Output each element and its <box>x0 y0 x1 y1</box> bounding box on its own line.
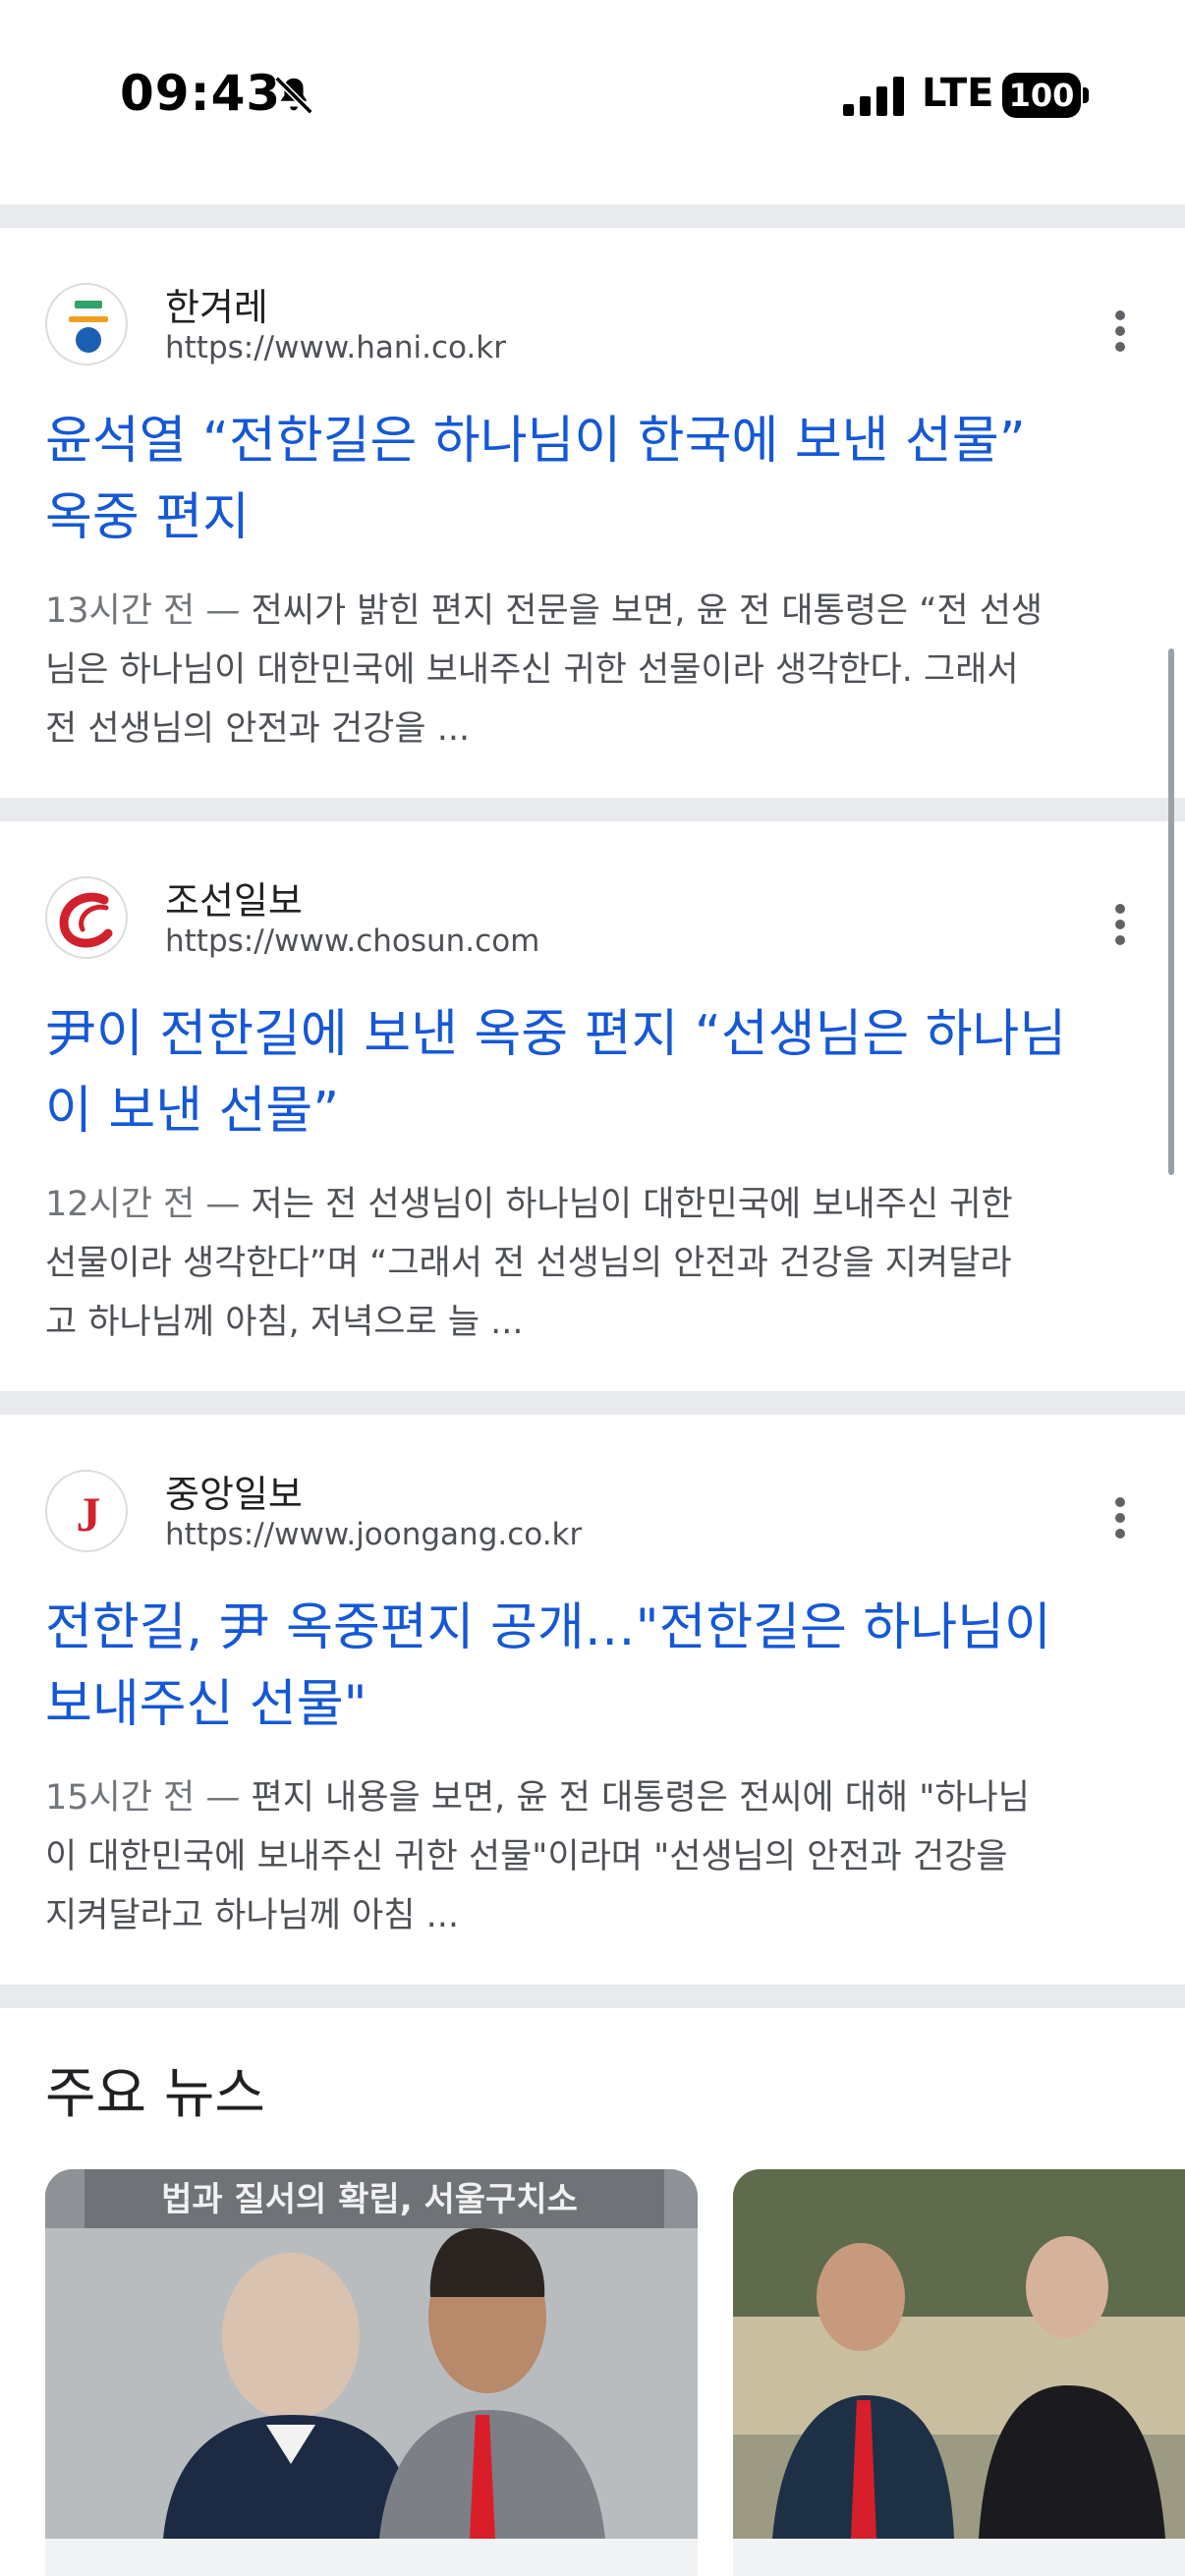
separator <box>0 798 1185 821</box>
status-bar: 09:43 LTE 100 <box>0 0 1185 196</box>
network-type: LTE <box>922 71 994 116</box>
source-url[interactable]: https://www.chosun.com <box>165 924 539 959</box>
result-snippet: 15시간 전 — 편지 내용을 보면, 윤 전 대통령은 전씨에 대해 "하나님… <box>45 1778 1030 1935</box>
source-name: 조선일보 <box>165 879 303 923</box>
search-result-hani: 한겨레 https://www.hani.co.kr 윤석열 “전한길은 하나님… <box>0 228 1185 798</box>
result-title-link[interactable]: 尹이 전한길에 보낸 옥중 편지 “선생님은 하나님 이 보낸 선물” <box>45 996 1146 1149</box>
separator <box>0 204 1185 228</box>
search-result-joongang: J 중앙일보 https://www.joongang.co.kr 전한길, 尹… <box>0 1415 1185 1985</box>
more-options-button[interactable] <box>1102 305 1138 364</box>
source-url[interactable]: https://www.hani.co.kr <box>165 330 506 365</box>
scrollbar[interactable] <box>1168 648 1174 1175</box>
svg-text:법과 질서의 확립, 서울구치소: 법과 질서의 확립, 서울구치소 <box>161 2180 578 2219</box>
search-result-chosun: 조선일보 https://www.chosun.com 尹이 전한길에 보낸 옥… <box>0 821 1185 1391</box>
news-thumbnail: 법과 질서의 확립, 서울구치소 <box>45 2169 698 2539</box>
source-name: 중앙일보 <box>165 1473 303 1516</box>
result-title-link[interactable]: 전한길, 尹 옥중편지 공개…"전한길은 하나님이 보내주신 선물" <box>45 1590 1146 1743</box>
result-snippet: 12시간 전 — 저는 전 선생님이 하나님이 대한민국에 보내주신 귀한 선물… <box>45 1185 1013 1342</box>
bell-muted-icon <box>274 76 313 115</box>
chosun-logo-icon <box>45 876 128 959</box>
battery-level: 100 <box>1002 73 1081 118</box>
news-thumbnail <box>733 2169 1185 2539</box>
separator <box>0 1391 1185 1415</box>
svg-text:J: J <box>77 1486 101 1541</box>
more-options-button[interactable] <box>1102 898 1138 957</box>
clock: 09:43 <box>120 65 282 122</box>
news-card[interactable] <box>733 2169 1185 2576</box>
top-news-heading: 주요 뉴스 <box>45 2062 265 2126</box>
result-title-link[interactable]: 윤석열 “전한길은 하나님이 한국에 보낸 선물” 옥중 편지 <box>45 403 1146 556</box>
signal-icon <box>843 77 904 116</box>
more-options-button[interactable] <box>1102 1491 1138 1550</box>
source-url[interactable]: https://www.joongang.co.kr <box>165 1517 582 1552</box>
news-card[interactable]: 법과 질서의 확립, 서울구치소 <box>45 2169 698 2576</box>
source-name: 한겨레 <box>165 286 268 329</box>
separator <box>0 1985 1185 2008</box>
joongang-logo-icon: J <box>45 1470 128 1552</box>
hani-logo-icon <box>45 283 128 365</box>
result-snippet: 13시간 전 — 전씨가 밝힌 편지 전문을 보면, 윤 전 대통령은 “전 선… <box>45 591 1044 749</box>
battery-icon: 100 <box>1002 73 1091 118</box>
